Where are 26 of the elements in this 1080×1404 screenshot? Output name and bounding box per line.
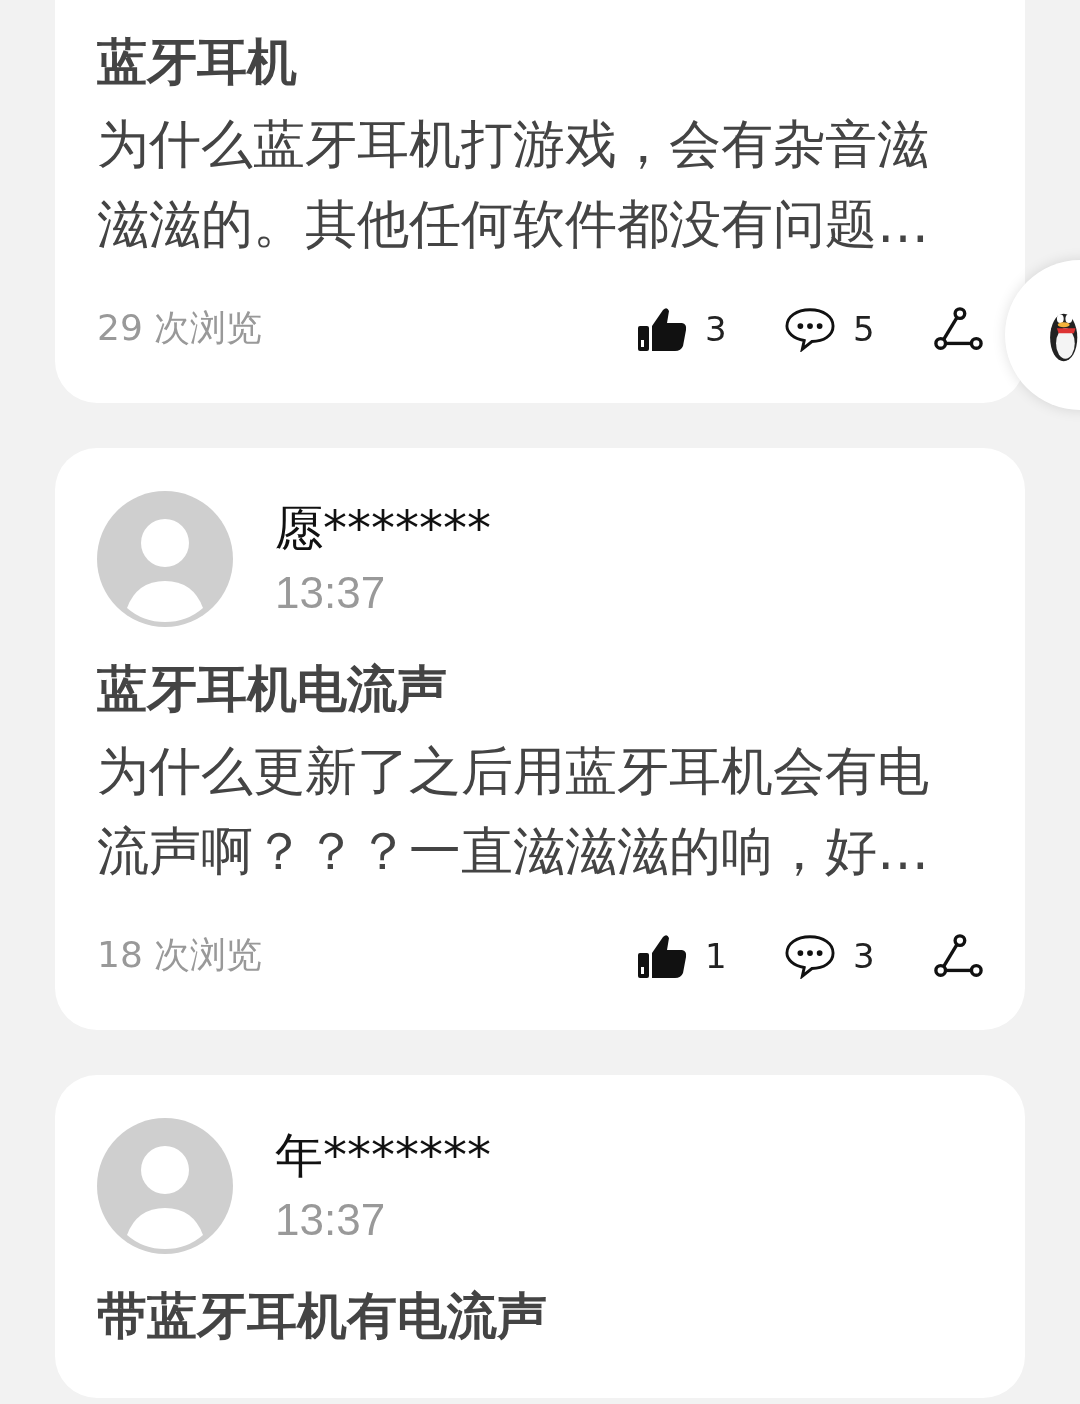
comment-icon[interactable]	[785, 932, 835, 979]
view-count: 18 次浏览	[97, 933, 263, 977]
post-title: 蓝牙耳机	[97, 32, 298, 93]
comment-icon[interactable]	[785, 305, 835, 352]
view-count: 29 次浏览	[97, 306, 263, 350]
comment-count: 3	[853, 935, 876, 976]
thumbs-up-icon[interactable]	[637, 305, 687, 352]
post-card[interactable]: 愿******* 13:37 蓝牙耳机电流声 为什么更新了之后用蓝牙耳机会有电流声啊？？？一直滋滋滋的响，好… 18 次浏览 1 3	[55, 448, 1025, 1030]
post-card[interactable]: 年******* 13:37 带蓝牙耳机有电流声	[55, 1075, 1025, 1398]
author-name: 年*******	[275, 1127, 491, 1183]
post-excerpt: 为什么更新了之后用蓝牙耳机会有电流声啊？？？一直滋滋滋的响，好…	[97, 740, 930, 883]
thumbs-up-icon[interactable]	[637, 932, 687, 979]
post-card[interactable]: 蓝牙耳机 为什么蓝牙耳机打游戏，会有杂音滋滋滋的。其他任何软件都没有问题… 29 次浏览 3 5	[55, 0, 1025, 403]
share-icon[interactable]	[933, 305, 983, 352]
share-icon[interactable]	[933, 932, 983, 979]
like-count: 3	[705, 308, 728, 349]
post-time: 13:37	[275, 1195, 387, 1245]
post-title: 蓝牙耳机电流声	[97, 659, 448, 720]
comment-count: 5	[853, 308, 876, 349]
post-excerpt: 为什么蓝牙耳机打游戏，会有杂音滋滋滋的。其他任何软件都没有问题…	[97, 113, 930, 256]
author-name: 愿*******	[275, 500, 491, 556]
post-time: 13:37	[275, 568, 387, 618]
post-title: 带蓝牙耳机有电流声	[97, 1286, 548, 1347]
avatar-icon	[97, 1118, 233, 1254]
like-count: 1	[705, 935, 728, 976]
avatar-icon	[97, 491, 233, 627]
